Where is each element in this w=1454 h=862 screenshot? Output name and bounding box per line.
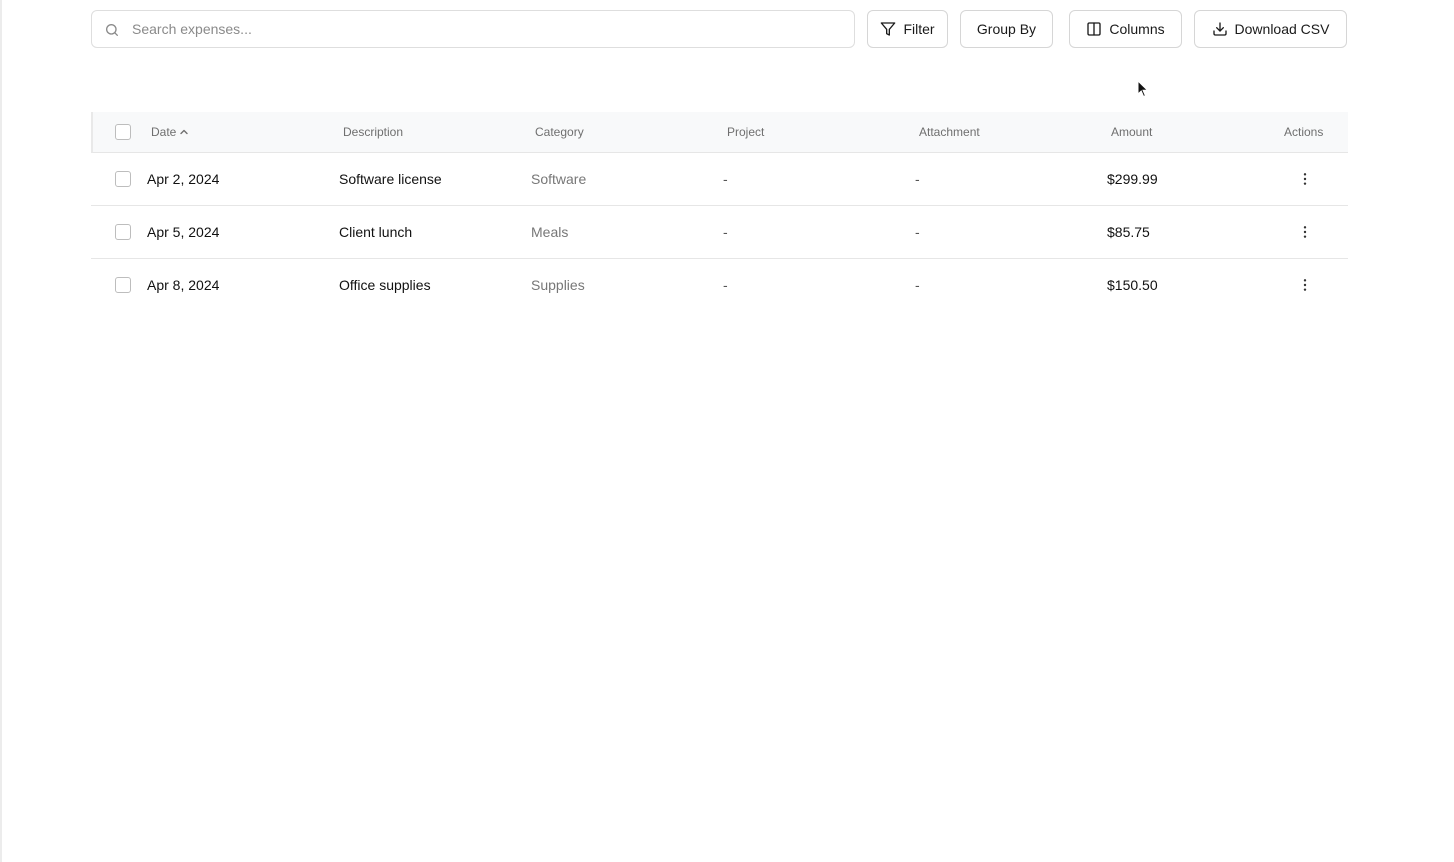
- download-csv-button[interactable]: Download CSV: [1194, 10, 1347, 48]
- group-by-button[interactable]: Group By: [960, 10, 1053, 48]
- cell-category: Meals: [531, 224, 569, 240]
- download-csv-button-label: Download CSV: [1234, 21, 1330, 37]
- table-body: Apr 2, 2024 Software license Software - …: [91, 153, 1348, 312]
- cell-date: Apr 2, 2024: [147, 171, 220, 187]
- cell-attachment: -: [915, 171, 920, 187]
- row-actions-button[interactable]: [1295, 222, 1315, 242]
- row-actions-button[interactable]: [1295, 275, 1315, 295]
- cell-project: -: [723, 171, 728, 187]
- more-vertical-icon: [1303, 279, 1307, 291]
- cell-attachment: -: [915, 224, 920, 240]
- search-icon: [106, 24, 118, 36]
- search-box[interactable]: [91, 10, 855, 48]
- header-date-label: Date: [151, 125, 177, 139]
- table-row[interactable]: Apr 8, 2024 Office supplies Supplies - -…: [91, 259, 1348, 312]
- cell-date: Apr 5, 2024: [147, 224, 220, 240]
- table-header: Date Description Category Project Attach…: [91, 112, 1348, 153]
- cell-description: Client lunch: [339, 224, 413, 240]
- row-checkbox[interactable]: [115, 224, 131, 240]
- row-actions-button[interactable]: [1295, 169, 1315, 189]
- download-icon: [1212, 22, 1227, 36]
- more-vertical-icon: [1303, 226, 1307, 238]
- header-category[interactable]: Category: [535, 125, 584, 139]
- cell-category: Supplies: [531, 277, 585, 293]
- cell-project: -: [723, 224, 728, 240]
- more-vertical-icon: [1303, 173, 1307, 185]
- cell-amount: $150.50: [1107, 277, 1158, 293]
- cell-description: Office supplies: [339, 277, 431, 293]
- table-row[interactable]: Apr 2, 2024 Software license Software - …: [91, 153, 1348, 206]
- cell-description: Software license: [339, 171, 442, 187]
- mouse-cursor-icon: [1137, 80, 1149, 98]
- expenses-page: Filter Group By Columns Download CSV: [0, 0, 1454, 862]
- header-date[interactable]: Date: [151, 125, 189, 139]
- columns-icon: [1087, 22, 1102, 36]
- expenses-table: Date Description Category Project Attach…: [91, 112, 1348, 312]
- group-by-button-label: Group By: [976, 21, 1037, 37]
- cell-attachment: -: [915, 277, 920, 293]
- header-project[interactable]: Project: [727, 125, 764, 139]
- filter-button-label: Filter: [903, 21, 935, 37]
- cell-amount: $85.75: [1107, 224, 1150, 240]
- cell-project: -: [723, 277, 728, 293]
- cell-date: Apr 8, 2024: [147, 277, 220, 293]
- header-amount[interactable]: Amount: [1111, 125, 1152, 139]
- search-input[interactable]: [132, 11, 832, 47]
- toolbar: Filter Group By Columns Download CSV: [91, 10, 1347, 48]
- select-all-checkbox[interactable]: [115, 124, 131, 140]
- filter-button[interactable]: Filter: [867, 10, 948, 48]
- columns-button-label: Columns: [1109, 21, 1165, 37]
- filter-icon: [881, 22, 896, 36]
- cell-amount: $299.99: [1107, 171, 1158, 187]
- header-actions: Actions: [1284, 125, 1324, 139]
- table-row[interactable]: Apr 5, 2024 Client lunch Meals - - $85.7…: [91, 206, 1348, 259]
- header-description[interactable]: Description: [343, 125, 403, 139]
- header-attachment[interactable]: Attachment: [919, 125, 980, 139]
- columns-button[interactable]: Columns: [1069, 10, 1182, 48]
- row-checkbox[interactable]: [115, 277, 131, 293]
- chevron-up-icon: [180, 129, 189, 135]
- row-checkbox[interactable]: [115, 171, 131, 187]
- cell-category: Software: [531, 171, 587, 187]
